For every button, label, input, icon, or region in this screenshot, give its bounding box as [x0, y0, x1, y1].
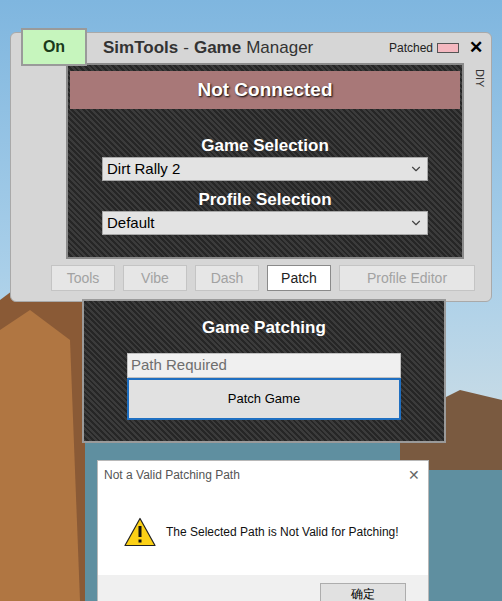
- profile-selection-group: Profile SelectionDefault: [102, 185, 428, 235]
- title-brand: SimTools: [103, 37, 178, 59]
- tab[interactable]: Profile Editor: [339, 265, 475, 291]
- dialog-close-button[interactable]: ✕: [408, 465, 420, 486]
- tab[interactable]: Patch: [267, 265, 331, 291]
- side-tab[interactable]: DIY: [470, 63, 490, 93]
- dialog-message: The Selected Path is Not Valid for Patch…: [166, 523, 399, 541]
- tab[interactable]: Dash: [195, 265, 259, 291]
- warning-icon: [124, 517, 156, 547]
- window-title: SimTools-GameManager: [103, 37, 389, 59]
- dialog-ok-button[interactable]: 确定: [320, 583, 406, 601]
- tab[interactable]: Vibe: [123, 265, 187, 291]
- game-selection-value: Dirt Rally 2: [107, 159, 409, 179]
- power-button-label: On: [43, 35, 65, 59]
- patched-light: [437, 43, 459, 53]
- game-selection-label: Game Selection: [201, 135, 329, 157]
- chevron-down-icon: [409, 162, 423, 176]
- tab[interactable]: Tools: [51, 265, 115, 291]
- path-field[interactable]: Path Required: [127, 353, 401, 378]
- dialog-body: The Selected Path is Not Valid for Patch…: [98, 489, 428, 575]
- connection-status: Not Connected: [70, 71, 460, 109]
- patched-label: Patched: [389, 39, 433, 57]
- profile-selection-dropdown[interactable]: Default: [102, 211, 428, 235]
- desktop: OnSimTools-GameManagerPatched✕Not Connec…: [0, 0, 502, 601]
- dialog-title: Not a Valid Patching Path: [104, 466, 408, 484]
- game-selection-group: Game SelectionDirt Rally 2: [102, 131, 428, 181]
- error-dialog: Not a Valid Patching Path✕ The Selected P…: [97, 460, 429, 601]
- game-selection-dropdown[interactable]: Dirt Rally 2: [102, 157, 428, 181]
- path-placeholder: Path Required: [131, 354, 227, 377]
- dialog-footer: 确定: [98, 575, 428, 601]
- connection-status-text: Not Connected: [197, 76, 332, 105]
- profile-selection-label: Profile Selection: [198, 189, 331, 211]
- patch-panel-title: Game Patching: [202, 317, 326, 339]
- game-manager-window: OnSimTools-GameManagerPatched✕Not Connec…: [10, 32, 492, 302]
- patch-game-button[interactable]: Patch Game: [127, 378, 401, 420]
- title-rest: Manager: [246, 37, 313, 59]
- patched-indicator: Patched: [389, 39, 459, 57]
- patch-game-button-label: Patch Game: [228, 389, 300, 409]
- title-emphasis: Game: [194, 37, 241, 59]
- tab-bar: Tools Vibe Dash Patch Profile Editor: [51, 265, 491, 291]
- chevron-down-icon: [409, 216, 423, 230]
- title-separator: -: [183, 37, 189, 59]
- dialog-title-bar: Not a Valid Patching Path✕: [98, 461, 428, 489]
- main-panel: Not ConnectedGame SelectionDirt Rally 2P…: [66, 63, 464, 259]
- power-button[interactable]: On: [21, 28, 87, 66]
- side-tab-label: DIY: [472, 69, 489, 87]
- body-row: Not ConnectedGame SelectionDirt Rally 2P…: [11, 63, 491, 259]
- profile-selection-value: Default: [107, 213, 409, 233]
- close-button[interactable]: ✕: [467, 35, 485, 61]
- patch-panel: Game Patching Path RequiredPatch Game: [82, 299, 446, 443]
